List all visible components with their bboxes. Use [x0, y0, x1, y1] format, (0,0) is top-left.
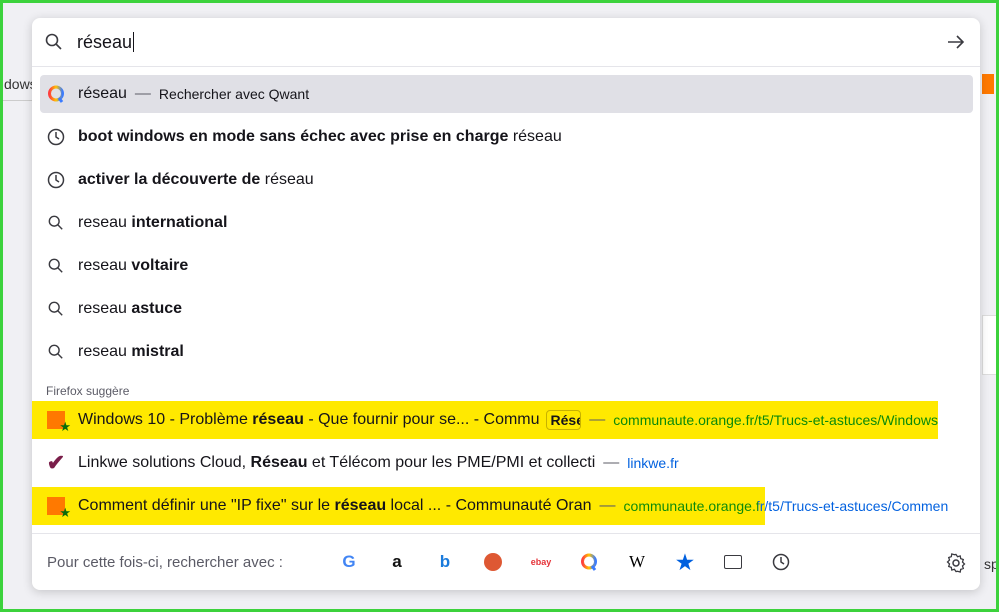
- orange-favicon-icon: ★: [46, 496, 71, 520]
- result-url: communaute.orange.fr/t5/Trucs-et-astuces…: [623, 498, 949, 514]
- google-icon[interactable]: G: [330, 546, 368, 578]
- linkwe-check-icon: ✔: [46, 450, 66, 475]
- search-icon: [46, 342, 66, 362]
- search-suggestion[interactable]: reseau international: [40, 204, 973, 242]
- history-clock-icon[interactable]: [762, 546, 800, 578]
- result-title: Windows 10 - Problème: [78, 411, 253, 428]
- duckduckgo-icon[interactable]: [474, 546, 512, 578]
- search-suggestion[interactable]: reseau astuce: [40, 290, 973, 328]
- suggestion-plain: reseau: [78, 214, 132, 231]
- urlbar[interactable]: réseau: [32, 18, 980, 67]
- bing-icon[interactable]: b: [426, 546, 464, 578]
- suggestion-plain: reseau: [78, 343, 132, 360]
- suggestion-bold: international: [131, 214, 228, 231]
- orange-favicon-icon: ★: [46, 410, 71, 434]
- background-page-text-right: spa: [984, 556, 999, 572]
- suggest-result-orange-ip[interactable]: ★ Comment définir une "IP fixe" sur le r…: [32, 487, 965, 525]
- result-title: - Que fournir pour se... - Commu: [303, 411, 540, 428]
- result-badge: Réseau: [545, 410, 582, 430]
- suggestion-action: Rechercher avec Qwant: [158, 86, 310, 102]
- ebay-icon[interactable]: ebay: [522, 546, 560, 578]
- search-icon: [46, 256, 66, 276]
- suggestion-qwant-search[interactable]: réseau — Rechercher avec Qwant: [40, 75, 973, 113]
- suggestion-plain: reseau: [78, 300, 132, 317]
- background-divider: [3, 100, 33, 101]
- suggestion-rest: réseau: [260, 171, 314, 188]
- search-icon: [46, 213, 66, 233]
- search-input[interactable]: réseau: [77, 32, 134, 53]
- qwant-icon: [46, 84, 66, 104]
- result-url: linkwe.fr: [627, 455, 679, 471]
- background-favicon: [982, 74, 994, 94]
- bookmarks-star-icon[interactable]: ★: [666, 546, 704, 578]
- suggest-result-orange-windows[interactable]: ★ Windows 10 - Problème réseau - Que fou…: [32, 401, 938, 439]
- history-suggestion[interactable]: boot windows en mode sans échec avec pri…: [40, 118, 973, 156]
- settings-gear-icon[interactable]: [946, 553, 966, 578]
- search-shortcuts-bar: Pour cette fois-ci, rechercher avec : G …: [32, 533, 980, 590]
- clock-icon: [46, 170, 66, 190]
- history-suggestion[interactable]: activer la découverte de réseau: [40, 161, 973, 199]
- suggestion-plain: reseau: [78, 257, 132, 274]
- result-title: Comment définir une "IP fixe" sur le: [78, 497, 335, 514]
- suggest-result-linkwe[interactable]: ✔ Linkwe solutions Cloud, Réseau et Télé…: [32, 444, 965, 482]
- separator: —: [589, 411, 606, 428]
- suggestion-bold: boot windows en mode sans échec avec pri…: [78, 128, 509, 145]
- result-title: local ... - Communauté Oran: [386, 497, 592, 514]
- search-shortcuts-label: Pour cette fois-ci, rechercher avec :: [47, 553, 283, 571]
- background-panel: [982, 315, 999, 375]
- tabs-icon[interactable]: [714, 546, 752, 578]
- separator: —: [134, 85, 151, 102]
- suggestion-rest: réseau: [508, 128, 562, 145]
- urlbar-popup: réseau réseau — Rechercher avec Qwant bo…: [32, 18, 980, 590]
- separator: —: [603, 454, 620, 471]
- suggestion-bold: voltaire: [131, 257, 189, 274]
- amazon-icon[interactable]: a: [378, 546, 416, 578]
- separator: —: [599, 497, 616, 514]
- go-arrow-icon[interactable]: [946, 32, 966, 57]
- result-title-bold: Réseau: [250, 454, 308, 471]
- result-title-bold: réseau: [334, 497, 387, 514]
- wikipedia-icon[interactable]: W: [618, 546, 656, 578]
- qwant-icon[interactable]: [570, 546, 608, 578]
- result-title: et Télécom pour les PME/PMI et collecti: [307, 454, 596, 471]
- firefox-suggest-heading: Firefox suggère: [46, 384, 130, 398]
- suggestion-bold: mistral: [131, 343, 184, 360]
- result-url: communaute.orange.fr/t5/Trucs-et-astuces…: [613, 412, 938, 428]
- suggestion-bold: activer la découverte de: [78, 171, 261, 188]
- search-suggestion[interactable]: reseau voltaire: [40, 247, 973, 285]
- search-icon: [46, 299, 66, 319]
- result-title: Linkwe solutions Cloud,: [78, 454, 251, 471]
- search-suggestion[interactable]: reseau mistral: [40, 333, 973, 371]
- result-title-bold: réseau: [252, 411, 304, 428]
- suggestion-bold: astuce: [131, 300, 183, 317]
- search-icon: [45, 33, 63, 56]
- clock-icon: [46, 127, 66, 147]
- suggestion-text: réseau: [78, 85, 127, 102]
